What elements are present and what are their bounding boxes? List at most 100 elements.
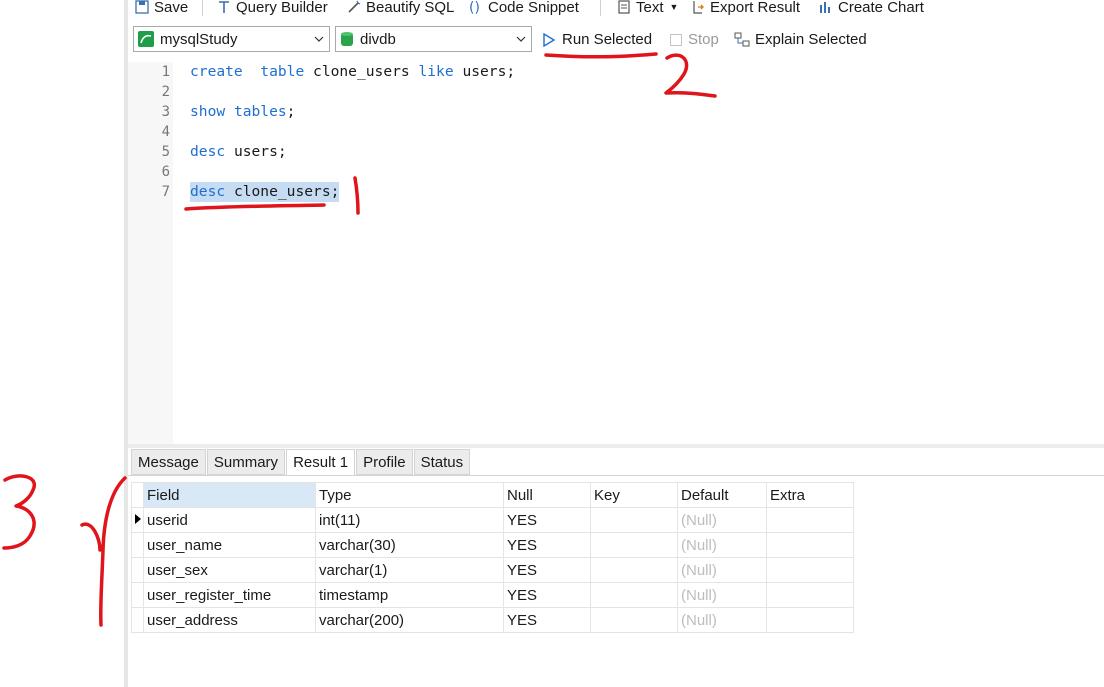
cell-field[interactable]: user_name [143, 532, 316, 558]
create-chart-button[interactable]: Create Chart [818, 0, 924, 18]
tab-result-1[interactable]: Result 1 [286, 449, 356, 476]
line-number: 7 [161, 184, 170, 200]
table-row[interactable]: user_sex varchar(1) YES (Null) [131, 557, 854, 583]
column-header-extra[interactable]: Extra [766, 482, 854, 508]
cell-extra[interactable] [766, 582, 854, 608]
tab-message[interactable]: Message [131, 449, 206, 475]
cell-field[interactable]: user_register_time [143, 582, 316, 608]
beautify-sql-button[interactable]: Beautify SQL [346, 0, 454, 18]
cell-key[interactable] [590, 507, 678, 533]
database-name: divdb [360, 30, 396, 48]
chart-icon [818, 0, 834, 15]
row-header [131, 532, 144, 558]
cell-key[interactable] [590, 532, 678, 558]
cell-null[interactable]: YES [503, 532, 591, 558]
cell-extra[interactable] [766, 507, 854, 533]
sql-keyword: create [190, 63, 243, 80]
query-builder-button[interactable]: Query Builder [216, 0, 328, 18]
cell-field[interactable]: userid [143, 507, 316, 533]
cell-key[interactable] [590, 557, 678, 583]
explain-selected-label: Explain Selected [755, 31, 867, 48]
code-snippet-label: Code Snippet [488, 0, 579, 16]
cell-field[interactable]: user_address [143, 607, 316, 633]
cell-null[interactable]: YES [503, 607, 591, 633]
cell-null[interactable]: YES [503, 507, 591, 533]
left-blank-area [0, 0, 124, 687]
table-row[interactable]: user_register_time timestamp YES (Null) [131, 582, 854, 608]
text-output-label: Text [636, 0, 664, 16]
text-output-button[interactable]: Text ▼ [616, 0, 678, 18]
export-result-button[interactable]: Export Result [690, 0, 800, 18]
cell-key[interactable] [590, 607, 678, 633]
cell-type[interactable]: int(11) [315, 507, 504, 533]
cell-type[interactable]: varchar(1) [315, 557, 504, 583]
export-result-label: Export Result [710, 0, 801, 16]
row-header [131, 607, 144, 633]
query-builder-icon [216, 0, 232, 15]
cell-null[interactable]: YES [503, 582, 591, 608]
sql-keyword: desc [190, 143, 226, 160]
tab-status[interactable]: Status [413, 449, 471, 475]
cell-default[interactable]: (Null) [677, 507, 767, 533]
play-icon [542, 32, 556, 47]
header-row: Field Type Null Key Default Extra [131, 482, 854, 508]
cell-default[interactable]: (Null) [677, 532, 767, 558]
explain-icon [734, 32, 750, 48]
sql-keyword: desc [190, 183, 226, 200]
cell-extra[interactable] [766, 532, 854, 558]
column-header-default[interactable]: Default [677, 482, 767, 508]
save-button[interactable]: Save [134, 0, 188, 18]
cell-type[interactable]: varchar(30) [315, 532, 504, 558]
sql-keyword: like [418, 63, 454, 80]
sql-editor[interactable]: 1 2 3 4 5 6 7 create table clone_users l… [128, 62, 1104, 444]
cell-field[interactable]: user_sex [143, 557, 316, 583]
editor-result-splitter[interactable] [128, 444, 1104, 448]
cell-extra[interactable] [766, 607, 854, 633]
code-snippet-button[interactable]: () Code Snippet [468, 0, 579, 18]
tab-summary[interactable]: Summary [206, 449, 286, 475]
cell-default[interactable]: (Null) [677, 582, 767, 608]
query-toolbar: Save Query Builder Beautify SQL () Code … [128, 0, 1104, 22]
run-selected-button[interactable]: Run Selected [542, 31, 652, 48]
table-row[interactable]: user_name varchar(30) YES (Null) [131, 532, 854, 558]
cell-null[interactable]: YES [503, 557, 591, 583]
sql-identifier: clone_users; [233, 183, 340, 200]
cell-key[interactable] [590, 582, 678, 608]
connection-select[interactable]: mysqlStudy [133, 26, 330, 52]
explain-selected-button[interactable]: Explain Selected [734, 31, 867, 48]
code-line-1: create table clone_users like users; [190, 62, 515, 82]
connection-bar: mysqlStudy divdb Run Selected Stop Expla… [128, 24, 1104, 60]
sql-identifier: users; [462, 63, 516, 80]
dropdown-arrow-icon: ▼ [669, 2, 679, 12]
connection-name: mysqlStudy [160, 30, 238, 48]
stop-button[interactable]: Stop [670, 31, 719, 48]
table-row[interactable]: userid int(11) YES (Null) [131, 507, 854, 533]
cell-default[interactable]: (Null) [677, 557, 767, 583]
column-header-null[interactable]: Null [503, 482, 591, 508]
code-line-5: desc users; [190, 142, 287, 162]
cell-type[interactable]: varchar(200) [315, 607, 504, 633]
line-number: 2 [161, 84, 170, 100]
toolbar-divider [202, 0, 203, 16]
tab-profile[interactable]: Profile [356, 449, 413, 475]
row-header [131, 557, 144, 583]
row-header [131, 582, 144, 608]
column-header-key[interactable]: Key [590, 482, 678, 508]
cell-extra[interactable] [766, 557, 854, 583]
line-number: 3 [161, 104, 170, 120]
tabs-underline [128, 475, 1104, 476]
column-header-field[interactable]: Field [143, 482, 316, 508]
stop-label: Stop [688, 31, 719, 48]
export-icon [690, 0, 706, 15]
document-icon [616, 0, 632, 15]
sql-punct: ; [286, 103, 296, 120]
column-header-type[interactable]: Type [315, 482, 504, 508]
sql-identifier: users; [233, 143, 287, 160]
toolbar-divider [600, 0, 601, 16]
cell-default[interactable]: (Null) [677, 607, 767, 633]
database-select[interactable]: divdb [335, 26, 532, 52]
svg-text:(): () [469, 0, 480, 15]
table-row[interactable]: user_address varchar(200) YES (Null) [131, 607, 854, 633]
cell-type[interactable]: timestamp [315, 582, 504, 608]
sql-keyword: show [190, 103, 226, 120]
